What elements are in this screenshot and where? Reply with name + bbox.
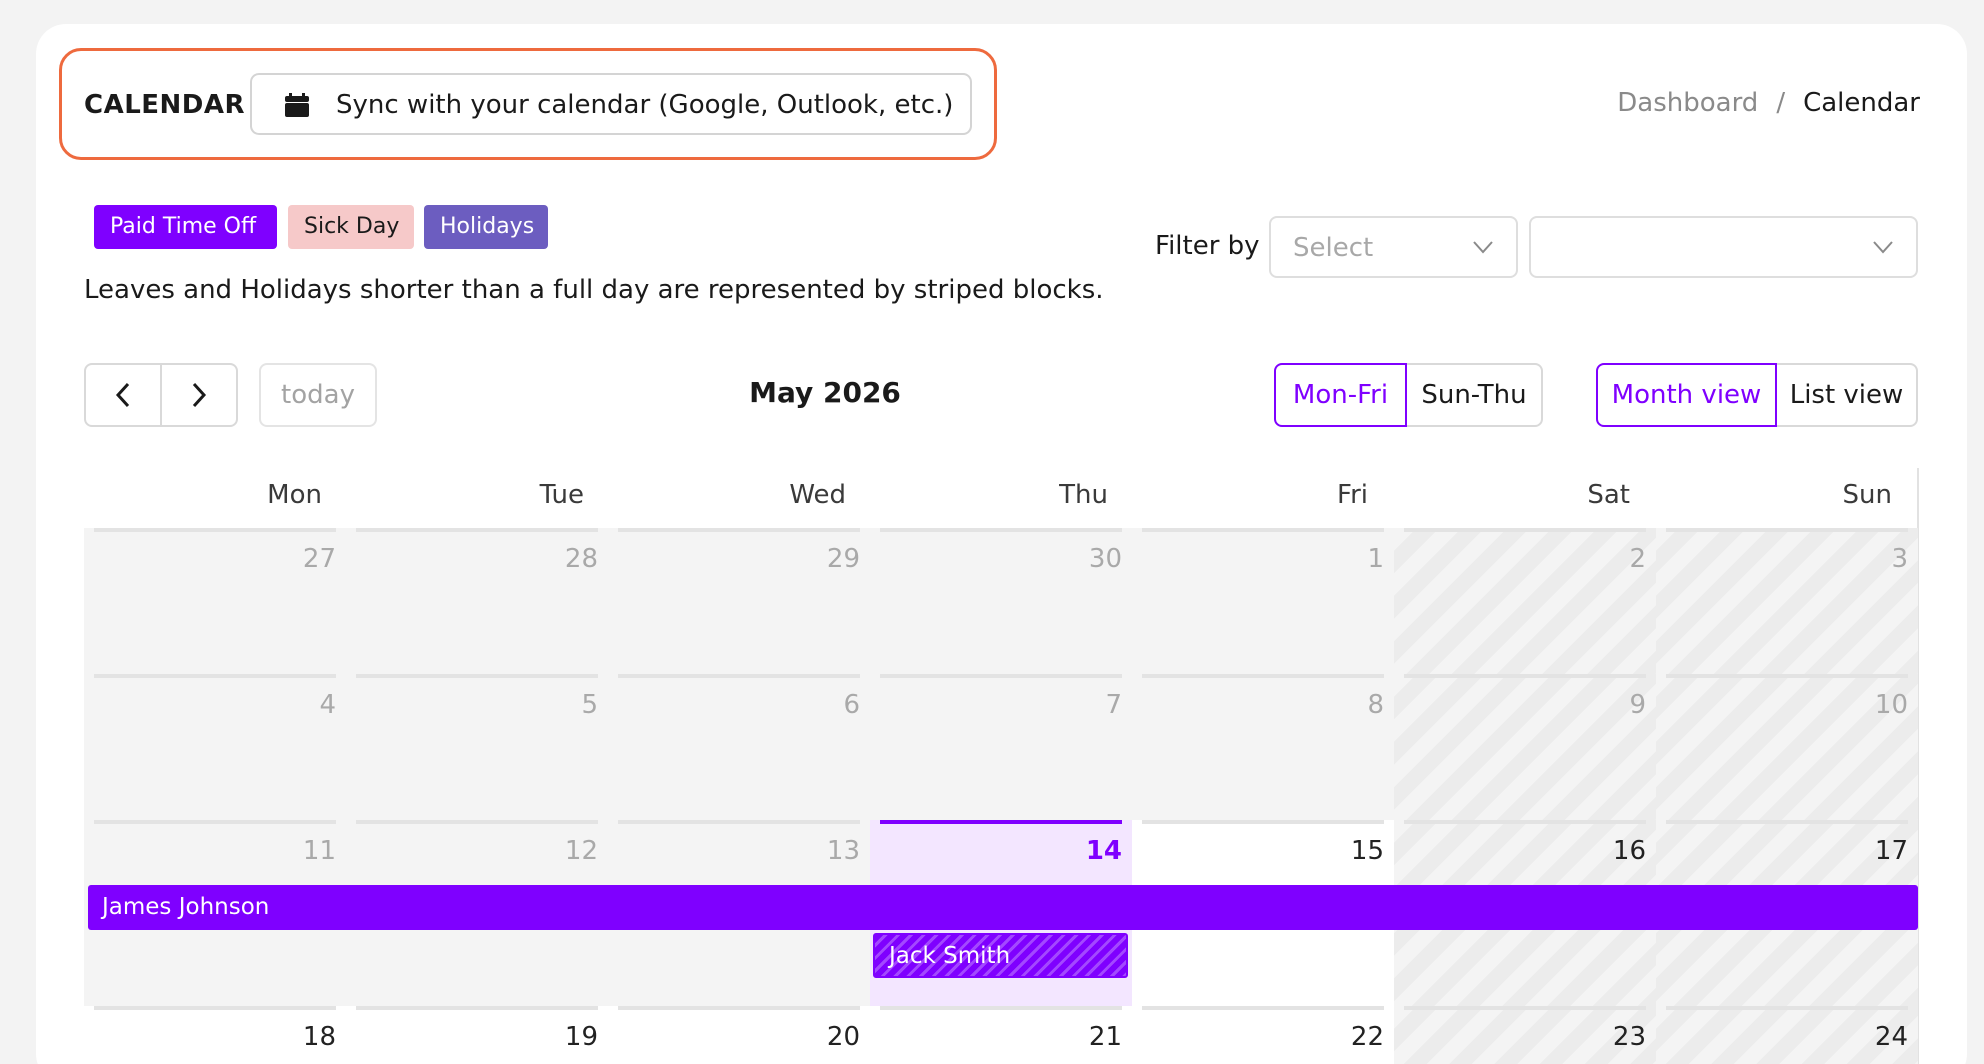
day-cell[interactable]: 3 xyxy=(1656,528,1918,674)
day-cell[interactable]: 8 xyxy=(1132,674,1394,820)
day-number: 6 xyxy=(843,690,860,720)
day-number: 17 xyxy=(1874,836,1908,866)
event-james-johnson[interactable]: James Johnson xyxy=(88,885,1918,930)
day-number: 20 xyxy=(826,1022,860,1052)
week-option-sun-thu[interactable]: Sun-Thu xyxy=(1405,363,1543,427)
day-number: 19 xyxy=(564,1022,598,1052)
day-number: 14 xyxy=(1085,836,1122,866)
day-number: 11 xyxy=(302,836,336,866)
event-jack-smith[interactable]: Jack Smith xyxy=(873,933,1128,978)
dow-thu: Thu xyxy=(1059,480,1108,510)
day-cell[interactable]: 10 xyxy=(1656,674,1918,820)
dow-tue: Tue xyxy=(539,480,584,510)
day-number: 1 xyxy=(1367,544,1384,574)
calendar-week: 4 5 6 7 8 9 10 xyxy=(84,674,1918,820)
day-number: 28 xyxy=(564,544,598,574)
day-cell[interactable]: 23 xyxy=(1394,1006,1656,1064)
month-view-button[interactable]: Month view xyxy=(1596,363,1777,427)
day-cell[interactable]: 18 xyxy=(84,1006,346,1064)
list-view-button[interactable]: List view xyxy=(1775,363,1918,427)
legend-note: Leaves and Holidays shorter than a full … xyxy=(84,275,1104,305)
day-cell[interactable]: 7 xyxy=(870,674,1132,820)
week-range-toggle: Mon-Fri Sun-Thu xyxy=(1274,363,1543,427)
calendar-week: 27 28 29 30 1 2 3 xyxy=(84,528,1918,674)
day-number: 27 xyxy=(302,544,336,574)
day-number: 8 xyxy=(1367,690,1384,720)
day-number: 16 xyxy=(1612,836,1646,866)
page-title: CALENDAR xyxy=(84,90,246,120)
day-cell[interactable]: 24 xyxy=(1656,1006,1918,1064)
week-option-mon-fri[interactable]: Mon-Fri xyxy=(1274,363,1407,427)
dow-sun: Sun xyxy=(1842,480,1892,510)
filter-select-primary[interactable]: Select xyxy=(1269,216,1518,278)
chevron-right-icon xyxy=(192,382,207,408)
day-number: 2 xyxy=(1629,544,1646,574)
day-cell[interactable]: 27 xyxy=(84,528,346,674)
day-number: 22 xyxy=(1350,1022,1384,1052)
day-number: 5 xyxy=(581,690,598,720)
month-navigation xyxy=(84,363,238,427)
chevron-left-icon xyxy=(115,382,130,408)
breadcrumb-separator: / xyxy=(1776,88,1786,118)
next-month-button[interactable] xyxy=(160,365,236,425)
month-title: May 2026 xyxy=(749,376,901,409)
dow-mon: Mon xyxy=(267,480,322,510)
breadcrumb-calendar: Calendar xyxy=(1803,88,1920,118)
filter-select-placeholder: Select xyxy=(1293,233,1374,263)
day-number: 29 xyxy=(826,544,860,574)
day-number: 21 xyxy=(1088,1022,1122,1052)
dow-wed: Wed xyxy=(789,480,846,510)
breadcrumb: Dashboard / Calendar xyxy=(1617,88,1920,118)
day-cell[interactable]: 30 xyxy=(870,528,1132,674)
day-number: 9 xyxy=(1629,690,1646,720)
calendar-icon xyxy=(285,93,309,117)
chevron-down-icon xyxy=(1473,241,1493,254)
breadcrumb-dashboard[interactable]: Dashboard xyxy=(1617,88,1758,118)
day-cell[interactable]: 21 xyxy=(870,1006,1132,1064)
day-number: 3 xyxy=(1891,544,1908,574)
day-number: 18 xyxy=(302,1022,336,1052)
legend-holidays: Holidays xyxy=(424,205,548,249)
day-number: 23 xyxy=(1612,1022,1646,1052)
day-number: 24 xyxy=(1874,1022,1908,1052)
prev-month-button[interactable] xyxy=(86,365,160,425)
day-number: 4 xyxy=(319,690,336,720)
chevron-down-icon xyxy=(1873,241,1893,254)
filter-select-secondary[interactable] xyxy=(1529,216,1918,278)
legend-sick-day: Sick Day xyxy=(288,205,414,249)
day-cell[interactable]: 19 xyxy=(346,1006,608,1064)
sync-calendar-button[interactable]: Sync with your calendar (Google, Outlook… xyxy=(250,73,972,135)
day-cell[interactable]: 28 xyxy=(346,528,608,674)
today-button[interactable]: today xyxy=(259,363,377,427)
day-number: 13 xyxy=(826,836,860,866)
day-number: 30 xyxy=(1088,544,1122,574)
day-cell[interactable]: 6 xyxy=(608,674,870,820)
day-cell[interactable]: 20 xyxy=(608,1006,870,1064)
day-number: 12 xyxy=(564,836,598,866)
view-toggle: Month view List view xyxy=(1596,363,1918,427)
legend-paid-time-off: Paid Time Off xyxy=(94,205,277,249)
day-number: 15 xyxy=(1350,836,1384,866)
day-cell[interactable]: 1 xyxy=(1132,528,1394,674)
day-cell[interactable]: 22 xyxy=(1132,1006,1394,1064)
dow-fri: Fri xyxy=(1337,480,1368,510)
calendar-week: 18 19 20 21 22 23 24 xyxy=(84,1006,1918,1064)
day-cell[interactable]: 29 xyxy=(608,528,870,674)
day-cell[interactable]: 9 xyxy=(1394,674,1656,820)
day-number: 10 xyxy=(1874,690,1908,720)
day-cell[interactable]: 5 xyxy=(346,674,608,820)
sync-calendar-label: Sync with your calendar (Google, Outlook… xyxy=(336,90,954,120)
days-of-week-header: Mon Tue Wed Thu Fri Sat Sun xyxy=(84,468,1918,528)
day-cell[interactable]: 4 xyxy=(84,674,346,820)
filter-label: Filter by xyxy=(1155,231,1260,261)
day-cell[interactable]: 2 xyxy=(1394,528,1656,674)
dow-sat: Sat xyxy=(1587,480,1630,510)
day-number: 7 xyxy=(1105,690,1122,720)
